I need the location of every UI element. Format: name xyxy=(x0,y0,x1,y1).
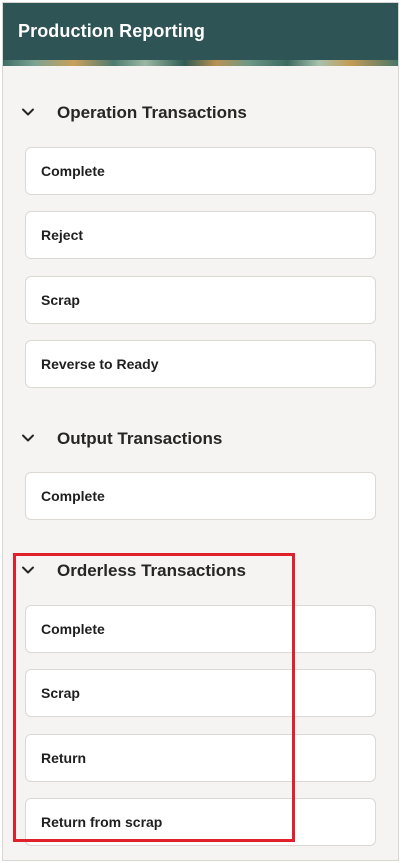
operation-reject-button[interactable]: Reject xyxy=(25,211,376,259)
action-label: Complete xyxy=(41,488,105,504)
action-label: Scrap xyxy=(41,685,80,701)
action-label: Complete xyxy=(41,621,105,637)
action-label: Complete xyxy=(41,163,105,179)
page-title: Production Reporting xyxy=(18,21,205,41)
section-title: Orderless Transactions xyxy=(57,561,246,580)
output-complete-button[interactable]: Complete xyxy=(25,472,376,520)
action-label: Return xyxy=(41,750,87,766)
section-title: Operation Transactions xyxy=(57,103,247,122)
header-decorative-band xyxy=(3,60,398,66)
section-orderless-transactions-toggle[interactable]: Orderless Transactions xyxy=(3,558,398,584)
action-label: Scrap xyxy=(41,292,80,308)
action-label: Return from scrap xyxy=(41,814,163,830)
chevron-down-icon xyxy=(22,566,34,574)
orderless-return-from-scrap-button[interactable]: Return from scrap xyxy=(25,798,376,846)
orderless-scrap-button[interactable]: Scrap xyxy=(25,669,376,717)
section-title: Output Transactions xyxy=(57,429,223,448)
chevron-down-icon xyxy=(22,434,34,442)
orderless-return-button[interactable]: Return xyxy=(25,734,376,782)
operation-reverse-to-ready-button[interactable]: Reverse to Ready xyxy=(25,340,376,388)
operation-scrap-button[interactable]: Scrap xyxy=(25,276,376,324)
orderless-complete-button[interactable]: Complete xyxy=(25,605,376,653)
section-output-transactions-toggle[interactable]: Output Transactions xyxy=(3,426,398,452)
operation-complete-button[interactable]: Complete xyxy=(25,147,376,195)
panel-header: Production Reporting xyxy=(3,3,398,60)
chevron-down-icon xyxy=(22,108,34,116)
production-reporting-panel: Production Reporting Operation Transacti… xyxy=(2,2,399,861)
action-label: Reject xyxy=(41,227,84,243)
section-operation-transactions-toggle[interactable]: Operation Transactions xyxy=(3,100,398,126)
action-label: Reverse to Ready xyxy=(41,356,159,372)
